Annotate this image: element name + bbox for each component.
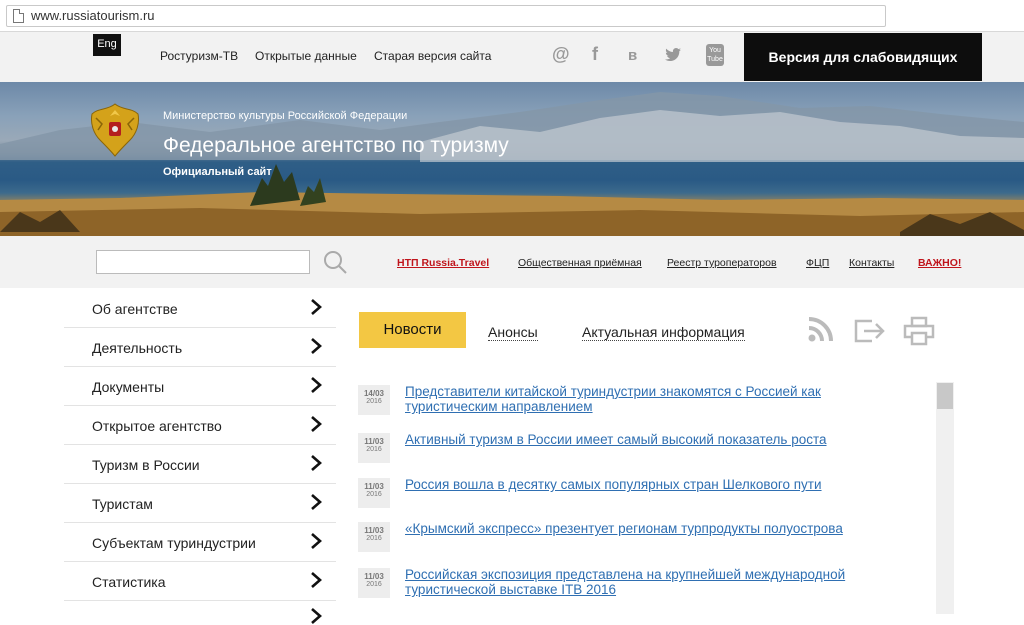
news-headline-link[interactable]: Представители китайской туриндустрии зна…: [405, 384, 905, 414]
chevron-right-icon: [311, 416, 322, 432]
sidebar-item-label: Статистика: [92, 574, 166, 590]
print-icon[interactable]: [902, 316, 936, 346]
youtube-icon[interactable]: You Tube: [706, 44, 724, 66]
chevron-right-icon: [311, 299, 322, 315]
banner-landscape: [0, 92, 1024, 236]
header-banner: Министерство культуры Российской Федерац…: [0, 82, 1024, 236]
chevron-right-icon: [311, 455, 322, 471]
news-date: 11/03 2016: [358, 568, 390, 598]
agency-title[interactable]: Федеральное агентство по туризму: [163, 134, 509, 158]
news-date-day: 11/03: [364, 526, 384, 535]
sidebar-item-industry[interactable]: Субъектам туриндустрии: [64, 523, 336, 562]
chevron-right-icon: [311, 338, 322, 354]
tab-announcements[interactable]: Анонсы: [488, 324, 538, 341]
sidebar-item-tourists[interactable]: Туристам: [64, 484, 336, 523]
sidebar-item-documents[interactable]: Документы: [64, 367, 336, 406]
news-date: 14/03 2016: [358, 385, 390, 415]
top-link-open-data[interactable]: Открытые данные: [255, 49, 357, 63]
search-input[interactable]: [96, 250, 310, 274]
youtube-icon-top: You: [709, 47, 721, 54]
nav-link-russia-travel[interactable]: НТП Russia.Travel: [397, 257, 489, 269]
news-date-year: 2016: [366, 398, 382, 405]
news-date-day: 14/03: [363, 389, 385, 398]
nav-link-fcp[interactable]: ФЦП: [806, 257, 829, 269]
top-link-old-site[interactable]: Старая версия сайта: [374, 49, 491, 63]
sidebar-item-statistics[interactable]: Статистика: [64, 562, 336, 601]
news-date-day: 11/03: [364, 572, 384, 581]
twitter-icon[interactable]: [665, 48, 681, 62]
news-headline-link[interactable]: Россия вошла в десятку самых популярных …: [405, 477, 905, 492]
browser-address-bar: www.russiatourism.ru: [0, 0, 1024, 32]
news-scrollbar-thumb[interactable]: [937, 383, 953, 409]
chevron-right-icon: [311, 608, 322, 624]
sidebar-item-more[interactable]: [64, 601, 336, 624]
url-text: www.russiatourism.ru: [31, 8, 155, 23]
ministry-label: Министерство культуры Российской Федерац…: [163, 110, 408, 122]
nav-link-contacts[interactable]: Контакты: [849, 257, 894, 269]
youtube-icon-bottom: Tube: [707, 56, 723, 63]
sidebar-menu: Об агентстве Деятельность Документы Откр…: [64, 289, 336, 624]
news-date: 11/03 2016: [358, 433, 390, 463]
tab-current-info[interactable]: Актуальная информация: [582, 324, 745, 341]
sidebar-item-about[interactable]: Об агентстве: [64, 289, 336, 328]
language-switch[interactable]: Eng: [93, 34, 121, 56]
nav-link-tour-operators[interactable]: Реестр туроператоров: [667, 257, 777, 269]
sidebar-item-activity[interactable]: Деятельность: [64, 328, 336, 367]
sidebar-item-label: Об агентстве: [92, 301, 178, 317]
official-site-label: Официальный сайт: [163, 166, 272, 178]
sidebar-item-label: Открытое агентство: [92, 418, 222, 434]
nav-link-public-reception[interactable]: Общественная приёмная: [518, 257, 642, 269]
news-scrollbar[interactable]: [936, 382, 954, 614]
top-bar: Eng Ростуризм-ТВ Открытые данные Старая …: [0, 32, 1024, 82]
facebook-icon[interactable]: f: [592, 44, 598, 65]
sidebar-item-open-agency[interactable]: Открытое агентство: [64, 406, 336, 445]
chevron-right-icon: [311, 494, 322, 510]
news-date: 11/03 2016: [358, 478, 390, 508]
page-icon: [13, 9, 24, 23]
rss-icon[interactable]: [806, 316, 834, 344]
search-icon[interactable]: [322, 249, 348, 275]
top-link-tv[interactable]: Ростуризм-ТВ: [160, 49, 238, 63]
blind-version-button[interactable]: Версия для слабовидящих: [744, 33, 982, 81]
sidebar-item-label: Документы: [92, 379, 165, 395]
tab-news[interactable]: Новости: [359, 312, 466, 348]
sidebar-item-tourism-russia[interactable]: Туризм в России: [64, 445, 336, 484]
news-date: 11/03 2016: [358, 522, 390, 552]
news-date-year: 2016: [366, 535, 382, 542]
news-date-day: 11/03: [364, 437, 384, 446]
sidebar-item-label: Туризм в России: [92, 457, 200, 473]
sidebar-item-label: Деятельность: [92, 340, 183, 356]
news-date-year: 2016: [366, 581, 382, 588]
chevron-right-icon: [311, 572, 322, 588]
url-field[interactable]: www.russiatourism.ru: [6, 5, 886, 27]
nav-link-important[interactable]: ВАЖНО!: [918, 257, 961, 269]
sidebar-item-label: Туристам: [92, 496, 153, 512]
news-headline-link[interactable]: «Крымский экспресс» презентует регионам …: [405, 521, 905, 536]
sidebar-item-label: Субъектам туриндустрии: [92, 535, 256, 551]
chevron-right-icon: [311, 533, 322, 549]
chevron-right-icon: [311, 377, 322, 393]
vkontakte-icon[interactable]: в: [628, 47, 637, 64]
news-date-day: 11/03: [364, 482, 384, 491]
at-icon[interactable]: @: [552, 44, 570, 65]
search-bar: НТП Russia.Travel Общественная приёмная …: [0, 236, 1024, 288]
news-date-year: 2016: [366, 491, 382, 498]
news-headline-link[interactable]: Активный туризм в России имеет самый выс…: [405, 432, 905, 447]
coat-of-arms-icon: [91, 103, 139, 157]
share-icon[interactable]: [852, 316, 886, 344]
news-date-year: 2016: [366, 446, 382, 453]
news-headline-link[interactable]: Российская экспозиция представлена на кр…: [405, 567, 905, 597]
